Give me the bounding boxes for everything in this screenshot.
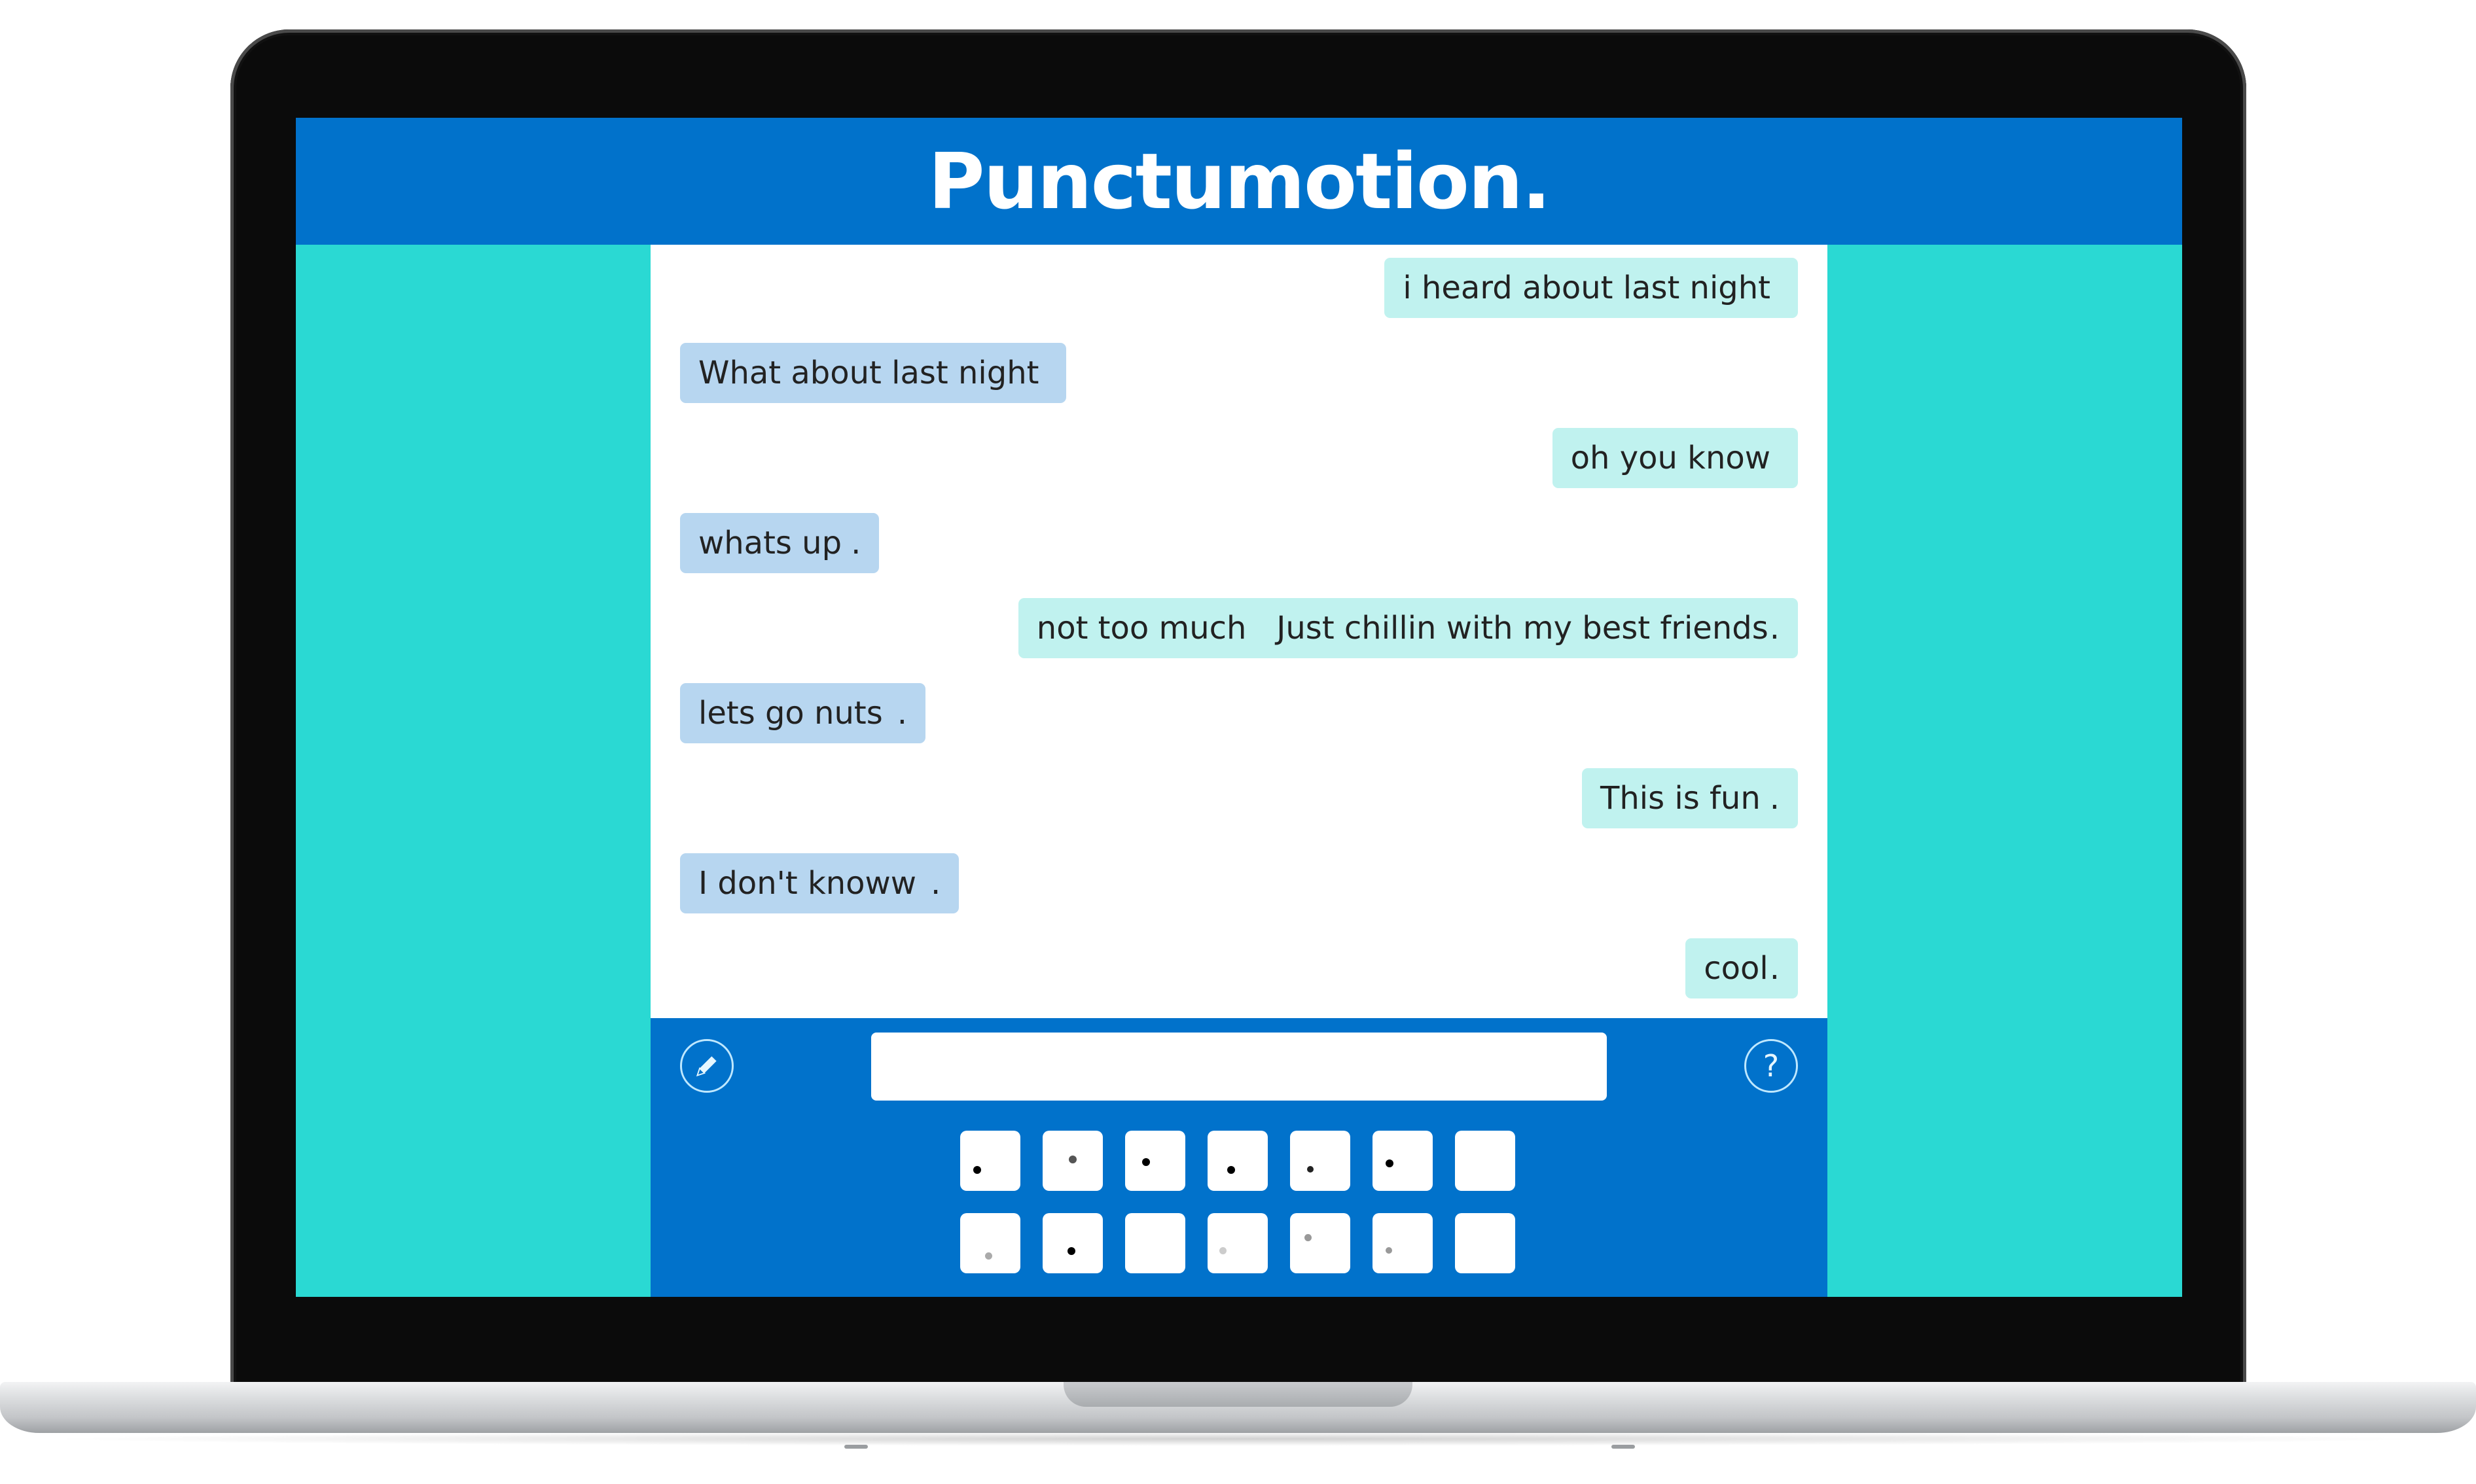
punctuation-key[interactable]: [960, 1213, 1020, 1273]
dot-icon: [1386, 1159, 1393, 1167]
message-bubble-sent[interactable]: cool .: [1685, 938, 1798, 998]
dot-icon: [1227, 1166, 1235, 1174]
message-punctuation: .: [1769, 950, 1780, 987]
laptop-foot: [1611, 1445, 1635, 1449]
punctuation-key[interactable]: [1455, 1213, 1515, 1273]
dot-icon: [1307, 1166, 1314, 1173]
question-icon: ?: [1763, 1048, 1780, 1084]
message-text: whats up: [698, 525, 842, 561]
dot-icon: [1069, 1156, 1077, 1163]
message-bubble-received[interactable]: What about last night: [680, 343, 1067, 403]
message-input[interactable]: [871, 1033, 1607, 1101]
message-text: oh you know: [1570, 440, 1770, 476]
message-text: What about last night: [698, 355, 1039, 391]
message-bubble-received[interactable]: whats up .: [680, 513, 880, 573]
dot-icon: [985, 1252, 992, 1260]
app-screen: Punctumotion. i heard about last night W…: [296, 118, 2182, 1297]
message-punctuation: .: [851, 525, 861, 561]
laptop-notch: [1064, 1382, 1412, 1407]
dot-icon: [1304, 1234, 1312, 1241]
punctuation-key[interactable]: [960, 1131, 1020, 1191]
composer-bar: ?: [651, 1018, 1827, 1297]
message-punctuation: .: [897, 695, 907, 732]
edit-button[interactable]: [680, 1039, 734, 1093]
laptop-foot: [844, 1445, 868, 1449]
punctuation-key[interactable]: [1125, 1131, 1185, 1191]
message-text: cool: [1704, 950, 1768, 987]
punctuation-key[interactable]: [1043, 1131, 1103, 1191]
chat-area: i heard about last night What about last…: [651, 245, 1827, 1018]
punctuation-key[interactable]: [1208, 1131, 1268, 1191]
punctuation-key[interactable]: [1373, 1213, 1433, 1273]
message-bubble-sent[interactable]: not too much Just chillin with my best f…: [1018, 598, 1798, 658]
punctuation-key[interactable]: [1455, 1131, 1515, 1191]
laptop-shadow: [39, 1432, 2437, 1446]
help-button[interactable]: ?: [1744, 1039, 1798, 1093]
message-bubble-sent[interactable]: i heard about last night: [1384, 258, 1798, 318]
punctuation-key[interactable]: [1290, 1213, 1350, 1273]
punctuation-key[interactable]: [1373, 1131, 1433, 1191]
dot-icon: [1386, 1247, 1392, 1254]
punctuation-key[interactable]: [1043, 1213, 1103, 1273]
punctuation-key[interactable]: [1290, 1131, 1350, 1191]
message-bubble-received[interactable]: lets go nuts .: [680, 683, 925, 743]
dot-icon: [1219, 1247, 1227, 1254]
dot-icon: [1068, 1247, 1075, 1255]
dot-icon: [973, 1166, 981, 1174]
app-title: Punctumotion.: [928, 136, 1551, 226]
message-punctuation: .: [931, 865, 941, 902]
message-text: not too much Just chillin with my best f…: [1036, 610, 1768, 646]
message-punctuation: .: [1769, 780, 1780, 817]
message-text: lets go nuts: [698, 695, 883, 732]
message-bubble-sent[interactable]: This is fun .: [1582, 768, 1798, 828]
message-text: I don't knoww: [698, 865, 917, 902]
punctuation-key[interactable]: [1125, 1213, 1185, 1273]
message-text: This is fun: [1600, 780, 1761, 817]
message-text: i heard about last night: [1403, 270, 1770, 306]
app-header: Punctumotion.: [296, 118, 2182, 245]
message-punctuation: .: [1769, 610, 1780, 646]
pencil-icon: [696, 1056, 717, 1077]
message-bubble-received[interactable]: I don't knoww .: [680, 853, 960, 913]
dot-icon: [1142, 1158, 1150, 1166]
message-bubble-sent[interactable]: oh you know: [1552, 428, 1798, 488]
punctuation-key[interactable]: [1208, 1213, 1268, 1273]
